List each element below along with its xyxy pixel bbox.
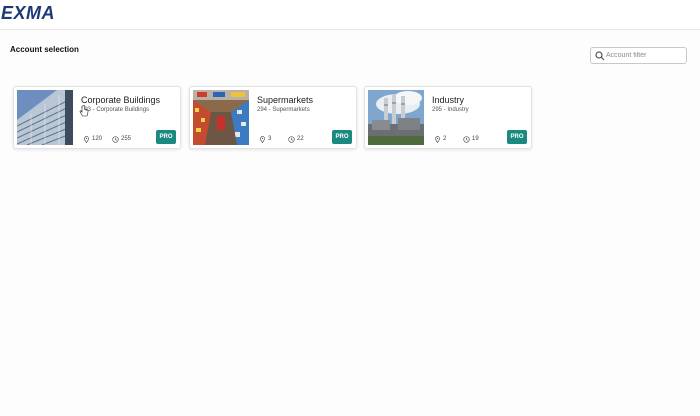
industrial-plant-image xyxy=(368,90,424,145)
account-title: Industry xyxy=(432,95,465,105)
location-pin-icon xyxy=(84,136,89,143)
account-subtitle: 294 - Supermarkets xyxy=(257,107,310,113)
location-pin-icon xyxy=(435,136,440,143)
meters-value: 19 xyxy=(472,136,479,142)
pro-badge: PRO xyxy=(156,130,176,144)
app-logo[interactable]: EXMA xyxy=(1,3,55,24)
location-pin-icon xyxy=(260,136,265,143)
search-icon xyxy=(595,51,605,61)
pro-badge: PRO xyxy=(507,130,527,144)
account-title: Corporate Buildings xyxy=(81,95,161,105)
office-building-image xyxy=(17,90,73,145)
clock-icon xyxy=(112,136,119,143)
locations-value: 2 xyxy=(443,136,447,142)
meters-value: 22 xyxy=(297,136,304,142)
locations-value: 3 xyxy=(268,136,272,142)
account-subtitle: 293 - Corporate Buildings xyxy=(81,107,150,113)
locations-value: 120 xyxy=(92,136,103,142)
account-filter[interactable] xyxy=(590,47,687,64)
account-card-corporate-buildings[interactable]: Corporate Buildings 293 - Corporate Buil… xyxy=(13,86,181,149)
meters-value: 255 xyxy=(121,136,132,142)
clock-icon xyxy=(463,136,470,143)
pro-badge: PRO xyxy=(332,130,352,144)
clock-icon xyxy=(288,136,295,143)
account-filter-input[interactable] xyxy=(606,49,684,62)
account-card-industry[interactable]: Industry 295 - Industry 2 19 PRO xyxy=(364,86,532,149)
top-header: EXMA xyxy=(0,0,700,30)
account-subtitle: 295 - Industry xyxy=(432,107,469,113)
account-title: Supermarkets xyxy=(257,95,314,105)
supermarket-aisle-image xyxy=(193,90,249,145)
account-card-supermarkets[interactable]: Supermarkets 294 - Supermarkets 3 22 PRO xyxy=(189,86,357,149)
page-title: Account selection xyxy=(10,45,79,54)
hand-cursor-icon xyxy=(79,105,89,117)
